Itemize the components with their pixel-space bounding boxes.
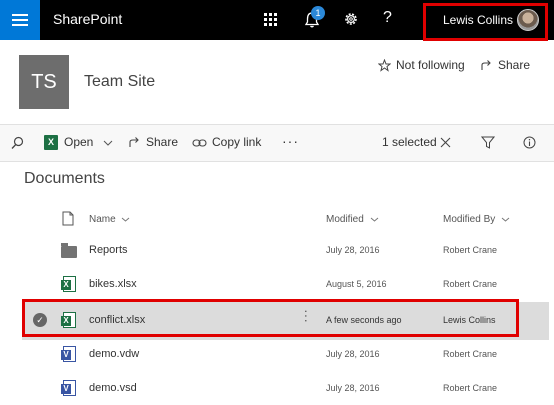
brand-title[interactable]: SharePoint bbox=[53, 11, 122, 27]
close-icon[interactable] bbox=[440, 137, 451, 148]
modified-by: Robert Crane bbox=[443, 349, 498, 359]
user-name[interactable]: Lewis Collins bbox=[443, 13, 513, 27]
selection-count: 1 selected bbox=[382, 135, 437, 149]
folder-icon bbox=[61, 243, 77, 258]
file-name[interactable]: demo.vdw bbox=[89, 348, 139, 360]
column-header-modified[interactable]: Modified bbox=[326, 214, 384, 225]
library-title: Documents bbox=[24, 170, 105, 187]
table-row[interactable]: X bikes.xlsx August 5, 2016 Robert Crane bbox=[0, 268, 554, 302]
share-button[interactable]: Share bbox=[128, 135, 178, 149]
site-share-label: Share bbox=[498, 58, 531, 72]
visio-icon: V bbox=[61, 380, 76, 396]
follow-button[interactable]: Not following bbox=[378, 58, 465, 73]
table-row[interactable]: Reports July 28, 2016 Robert Crane bbox=[0, 234, 554, 268]
chevron-down-icon bbox=[501, 217, 510, 222]
hamburger-icon[interactable] bbox=[0, 0, 40, 40]
file-name[interactable]: demo.vsd bbox=[89, 382, 137, 394]
file-name[interactable]: Reports bbox=[89, 244, 128, 256]
modified-by: Robert Crane bbox=[443, 279, 498, 289]
help-icon[interactable]: ? bbox=[383, 9, 392, 27]
search-icon[interactable] bbox=[11, 136, 24, 150]
chevron-down-icon bbox=[370, 217, 378, 222]
star-icon bbox=[378, 59, 391, 73]
site-title[interactable]: Team Site bbox=[84, 73, 155, 91]
filter-icon[interactable] bbox=[481, 136, 495, 149]
more-button[interactable]: ··· bbox=[282, 133, 299, 149]
column-header-modified-by[interactable]: Modified By bbox=[443, 214, 515, 225]
share-icon bbox=[481, 60, 491, 71]
info-icon[interactable] bbox=[523, 136, 536, 149]
visio-icon: V bbox=[61, 346, 76, 362]
open-label: Open bbox=[64, 135, 94, 149]
chevron-down-icon bbox=[122, 217, 130, 222]
file-name[interactable]: bikes.xlsx bbox=[89, 278, 137, 290]
column-header-name[interactable]: Name bbox=[89, 214, 135, 225]
excel-icon: X bbox=[44, 135, 58, 151]
share-icon bbox=[129, 137, 139, 148]
modified-date: August 5, 2016 bbox=[326, 279, 387, 289]
modified-by: Robert Crane bbox=[443, 245, 498, 255]
follow-label: Not following bbox=[396, 58, 465, 72]
app-launcher-icon[interactable] bbox=[264, 13, 278, 27]
gear-icon[interactable] bbox=[343, 11, 359, 27]
notification-badge: 1 bbox=[311, 6, 325, 20]
excel-icon: X bbox=[61, 276, 76, 292]
copy-link-button[interactable]: Copy link bbox=[192, 135, 261, 149]
modified-date: July 28, 2016 bbox=[326, 383, 380, 393]
selected-label: 1 selected bbox=[382, 135, 437, 149]
copy-link-label: Copy link bbox=[212, 135, 262, 149]
table-row[interactable]: V demo.vdw July 28, 2016 Robert Crane bbox=[0, 338, 554, 372]
column-modified-label: Modified bbox=[326, 214, 364, 225]
column-modified-by-label: Modified By bbox=[443, 214, 496, 225]
site-share-button[interactable]: Share bbox=[480, 58, 530, 72]
modified-by: Robert Crane bbox=[443, 383, 498, 393]
file-icon[interactable] bbox=[62, 211, 74, 226]
share-label: Share bbox=[146, 135, 179, 149]
avatar[interactable] bbox=[517, 9, 539, 31]
open-button[interactable]: X Open bbox=[44, 135, 118, 151]
table-row[interactable]: V demo.vsd July 28, 2016 Robert Crane bbox=[0, 372, 554, 405]
column-name-label: Name bbox=[89, 214, 116, 225]
site-logo-tile[interactable]: TS bbox=[19, 55, 69, 109]
chevron-down-icon bbox=[103, 140, 113, 146]
selection-highlight-box bbox=[22, 299, 519, 337]
modified-date: July 28, 2016 bbox=[326, 245, 380, 255]
modified-date: July 28, 2016 bbox=[326, 349, 380, 359]
link-icon bbox=[192, 139, 207, 147]
